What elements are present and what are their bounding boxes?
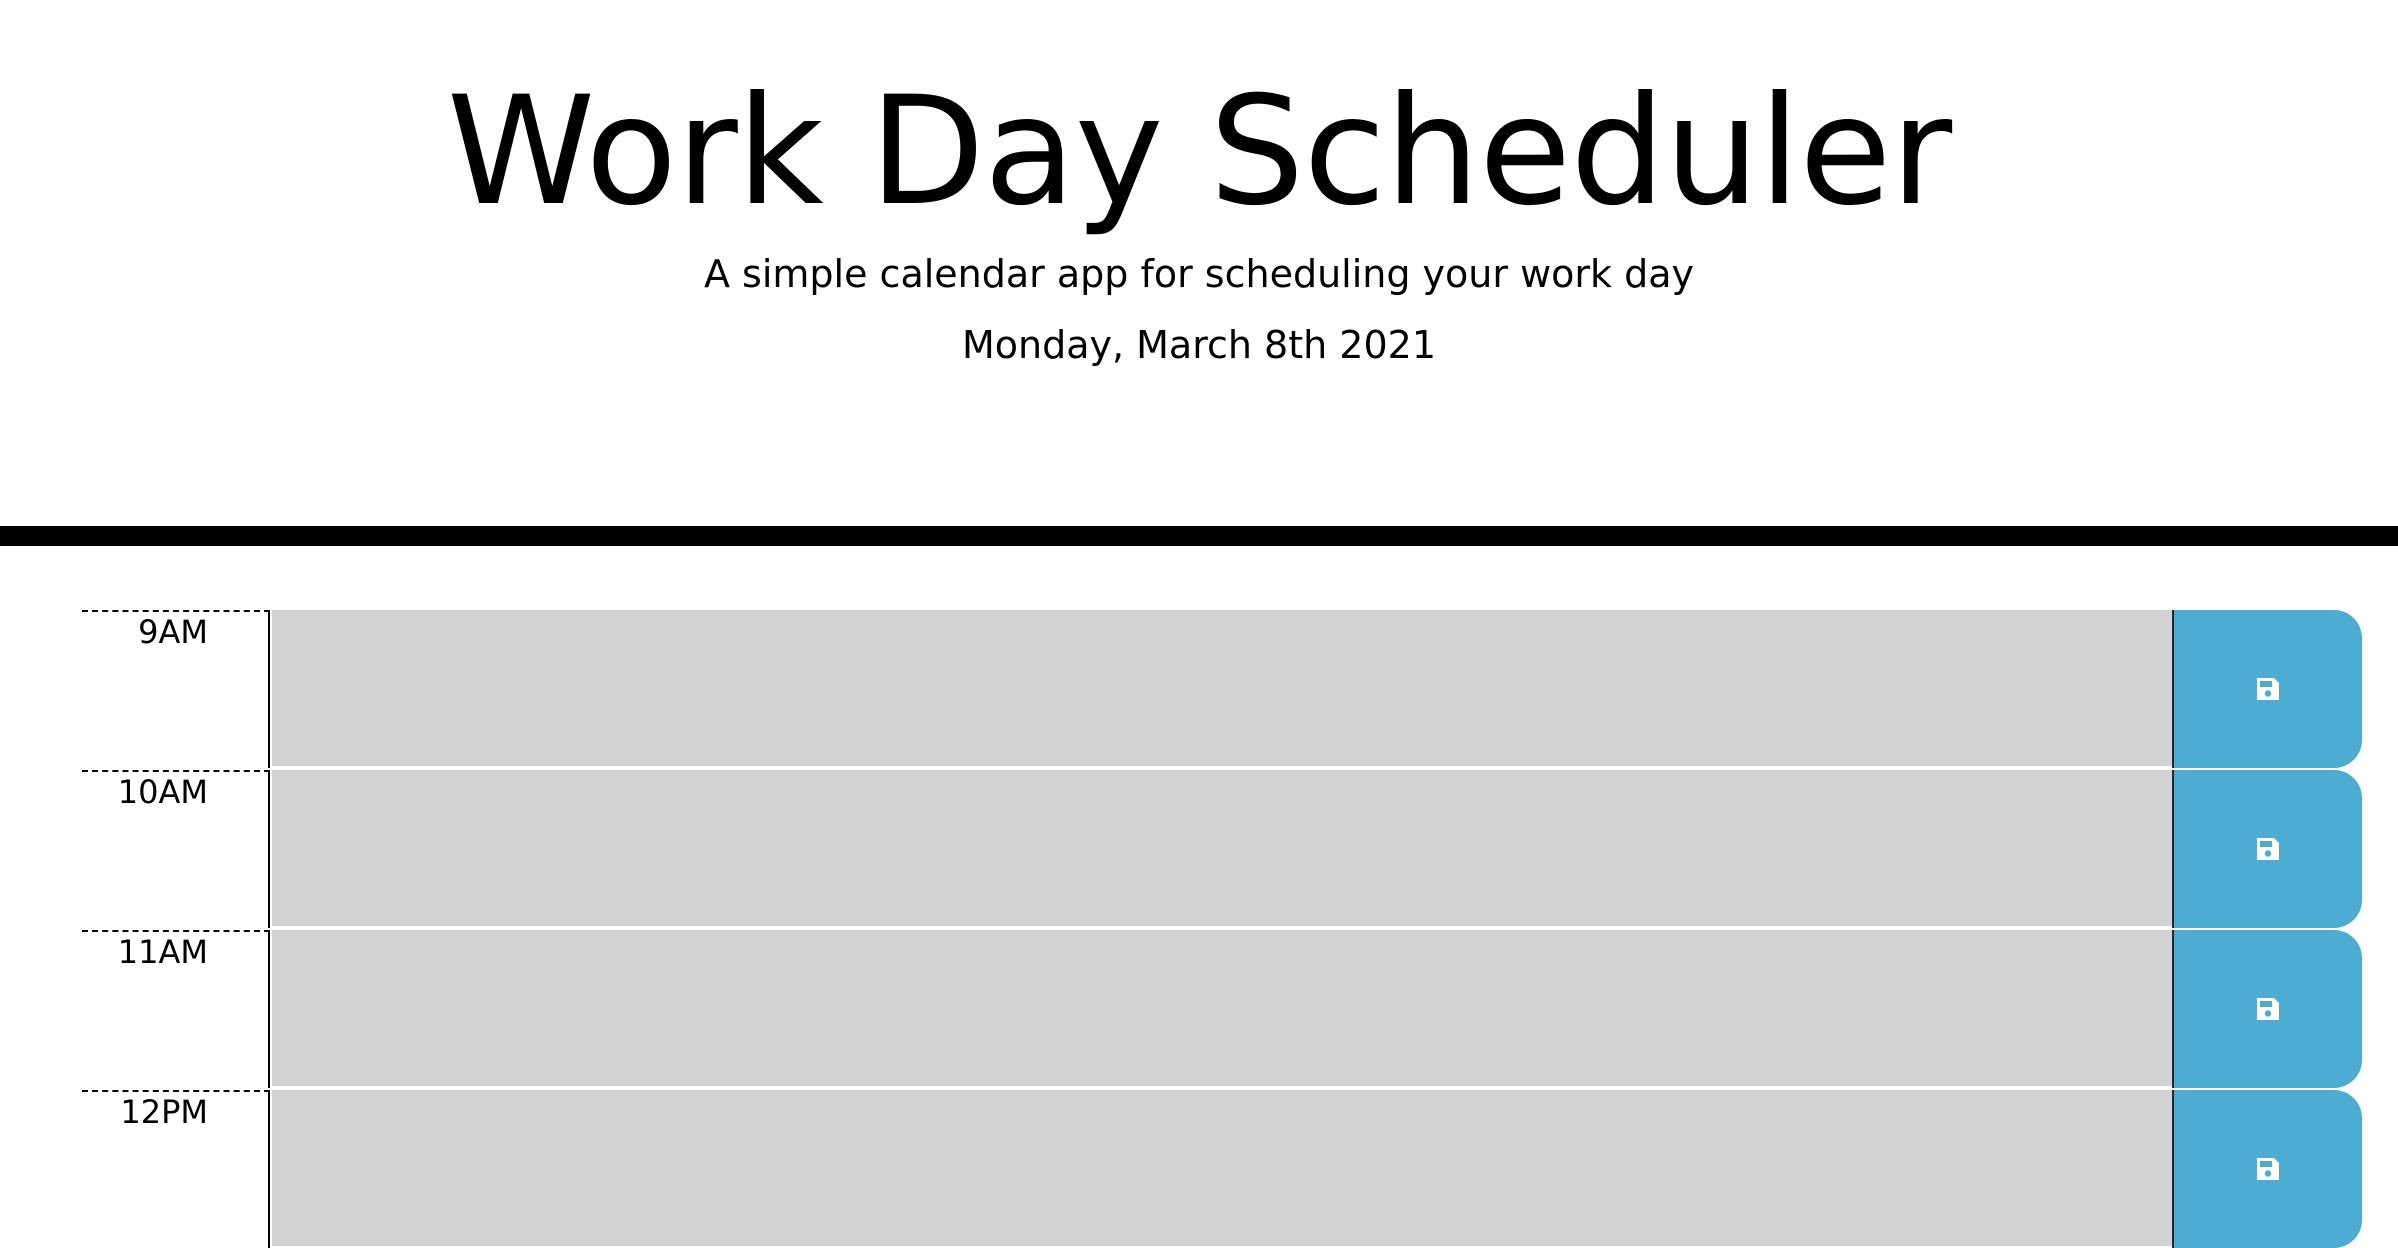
description-input[interactable] xyxy=(272,610,2172,768)
save-button[interactable] xyxy=(2172,610,2362,768)
current-date: Monday, March 8th 2021 xyxy=(961,323,1437,367)
page-subtitle: A simple calendar app for scheduling you… xyxy=(703,252,1695,296)
hour-label: 9AM xyxy=(82,610,270,768)
save-button[interactable] xyxy=(2172,930,2362,1088)
hour-label: 11AM xyxy=(82,930,270,1088)
timeblock-row: 11AM xyxy=(82,930,2362,1088)
save-icon xyxy=(2257,678,2279,700)
save-button[interactable] xyxy=(2172,770,2362,928)
description-input[interactable] xyxy=(272,770,2172,928)
description-input[interactable] xyxy=(272,930,2172,1088)
save-icon xyxy=(2257,998,2279,1020)
hour-label: 12PM xyxy=(82,1090,270,1248)
header: Work Day Scheduler A simple calendar app… xyxy=(0,0,2398,526)
timeblock-row: 10AM xyxy=(82,770,2362,928)
header-divider xyxy=(0,526,2398,546)
timeblock-row: 12PM xyxy=(82,1090,2362,1248)
save-icon xyxy=(2257,838,2279,860)
description-input[interactable] xyxy=(272,1090,2172,1248)
hour-label: 10AM xyxy=(82,770,270,928)
save-icon xyxy=(2257,1158,2279,1180)
timeblock-row: 9AM xyxy=(82,610,2362,768)
save-button[interactable] xyxy=(2172,1090,2362,1248)
page-title: Work Day Scheduler xyxy=(446,65,1952,239)
